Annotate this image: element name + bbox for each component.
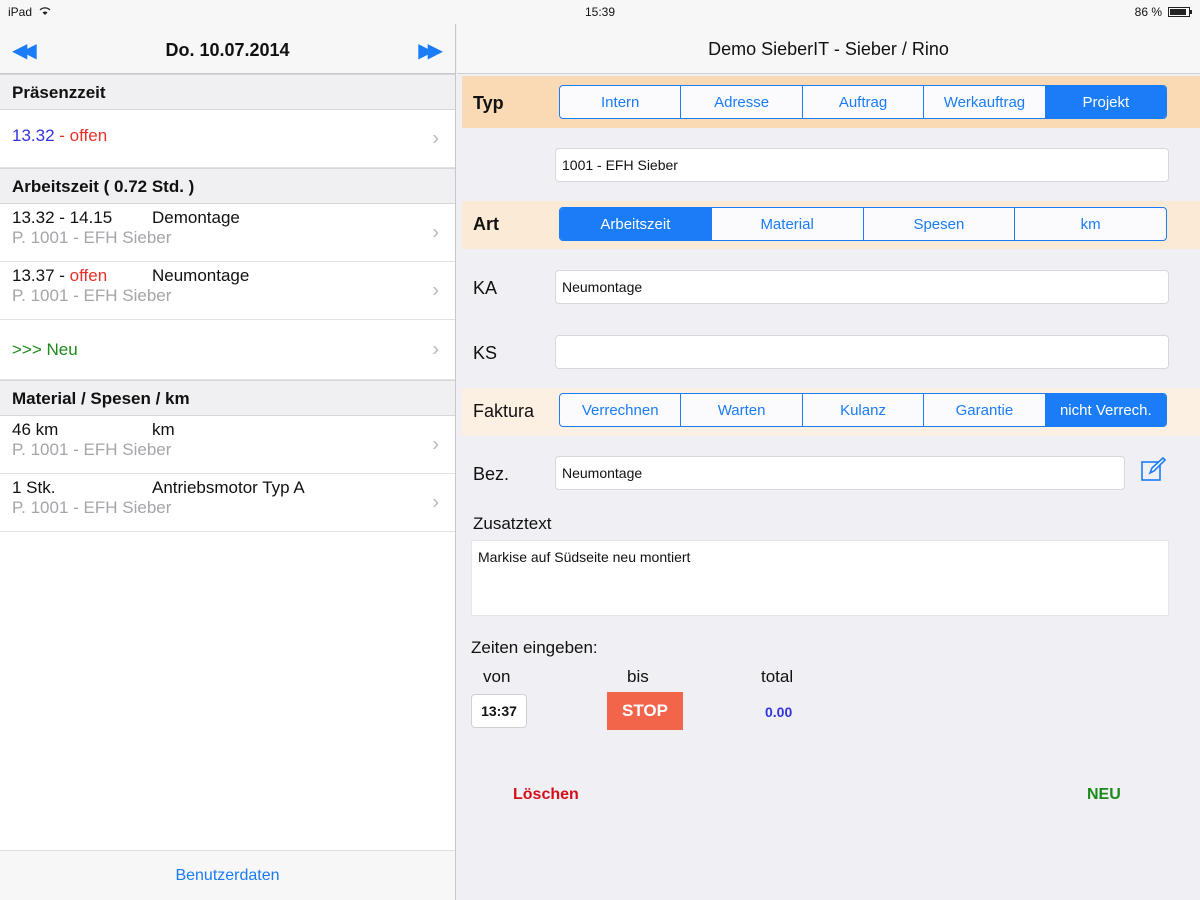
ks-field[interactable] — [555, 335, 1169, 369]
material-project: P. 1001 - EFH Sieber — [12, 498, 172, 517]
next-day-icon[interactable]: ▶▶ — [418, 38, 443, 63]
faktura-option-nicht-verrech[interactable]: nicht Verrech. — [1044, 394, 1166, 426]
total-value: 0.00 — [765, 704, 793, 720]
new-entry-button[interactable]: NEU — [1087, 786, 1121, 804]
day-overview-pane: ◀◀ Do. 10.07.2014 ▶▶ Präsenzzeit 13.32 -… — [0, 24, 456, 900]
chevron-right-icon: › — [432, 127, 439, 149]
battery-icon — [1168, 7, 1192, 17]
project-field[interactable]: 1001 - EFH Sieber — [555, 148, 1169, 182]
material-qty: 1 Stk. — [12, 478, 56, 497]
delete-button[interactable]: Löschen — [513, 786, 579, 804]
art-option-km[interactable]: km — [1014, 208, 1166, 240]
material-row[interactable]: 46 km km P. 1001 - EFH Sieber › — [0, 416, 455, 474]
faktura-segmented-control: Verrechnen Warten Kulanz Garantie nicht … — [559, 393, 1167, 427]
art-option-material[interactable]: Material — [710, 208, 863, 240]
material-project: P. 1001 - EFH Sieber — [12, 440, 172, 459]
worktime-desc: Neumontage — [152, 266, 250, 285]
chevron-right-icon: › — [432, 433, 439, 455]
section-header-material: Material / Spesen / km — [0, 380, 455, 416]
presence-separator: - — [54, 126, 70, 145]
faktura-option-verrechnen[interactable]: Verrechnen — [560, 394, 680, 426]
presence-time: 13.32 — [12, 126, 55, 145]
new-worktime-label: >>> Neu — [12, 340, 78, 359]
edit-icon[interactable] — [1139, 456, 1167, 484]
battery-percent: 86 % — [1134, 5, 1162, 19]
material-desc: km — [152, 420, 175, 439]
worktime-row[interactable]: 13.37 - offen Neumontage P. 1001 - EFH Si… — [0, 262, 455, 320]
date-navbar: ◀◀ Do. 10.07.2014 ▶▶ — [0, 24, 455, 74]
zusatztext-area[interactable]: Markise auf Südseite neu montiert — [471, 540, 1169, 616]
total-label: total — [761, 667, 794, 686]
worktime-project: P. 1001 - EFH Sieber — [12, 228, 172, 247]
von-label: von — [483, 667, 511, 686]
chevron-right-icon: › — [432, 338, 439, 360]
von-time-picker[interactable]: 13:37 — [471, 694, 527, 728]
battery-status: 86 % — [1134, 5, 1192, 19]
worktime-time: 13.32 - 14.15 — [12, 208, 113, 227]
art-label: Art — [473, 214, 499, 234]
worktime-time: 13.37 - — [12, 266, 70, 285]
art-option-arbeitszeit[interactable]: Arbeitszeit — [560, 208, 711, 240]
times-label: Zeiten eingeben: — [471, 638, 598, 657]
new-worktime-row[interactable]: >>> Neu › — [0, 320, 455, 380]
chevron-right-icon: › — [432, 491, 439, 513]
ka-label: KA — [473, 278, 498, 298]
detail-title: Demo SieberIT - Sieber / Rino — [457, 24, 1200, 74]
worktime-row[interactable]: 13.32 - 14.15 Demontage P. 1001 - EFH Sie… — [0, 204, 455, 262]
entry-detail-pane: Demo SieberIT - Sieber / Rino Typ Intern… — [457, 24, 1200, 900]
typ-option-projekt[interactable]: Projekt — [1044, 86, 1166, 118]
typ-option-werkauftrag[interactable]: Werkauftrag — [923, 86, 1044, 118]
worktime-status: offen — [69, 266, 108, 285]
typ-label: Typ — [473, 93, 504, 113]
bez-label: Bez. — [473, 464, 510, 484]
faktura-option-garantie[interactable]: Garantie — [923, 394, 1044, 426]
art-segmented-control: Arbeitszeit Material Spesen km — [559, 207, 1167, 241]
material-desc: Antriebsmotor Typ A — [152, 478, 305, 497]
faktura-label: Faktura — [473, 401, 535, 421]
bez-field[interactable]: Neumontage — [555, 456, 1125, 490]
worktime-desc: Demontage — [152, 208, 240, 227]
worktime-project: P. 1001 - EFH Sieber — [12, 286, 172, 305]
current-date: Do. 10.07.2014 — [165, 40, 290, 60]
zusatztext-label: Zusatztext — [473, 514, 552, 533]
section-header-presence: Präsenzzeit — [0, 74, 455, 110]
material-qty: 46 km — [12, 420, 59, 439]
bis-label: bis — [627, 667, 649, 686]
stop-button[interactable]: STOP — [607, 692, 683, 730]
typ-option-adresse[interactable]: Adresse — [680, 86, 801, 118]
user-data-button[interactable]: Benutzerdaten — [0, 850, 455, 900]
presence-status: offen — [69, 126, 108, 145]
faktura-option-kulanz[interactable]: Kulanz — [801, 394, 923, 426]
ka-field[interactable]: Neumontage — [555, 270, 1169, 304]
section-header-worktime: Arbeitszeit ( 0.72 Std. ) — [0, 168, 455, 204]
status-bar: iPad 15:39 86 % — [0, 0, 1200, 24]
chevron-right-icon: › — [432, 221, 439, 243]
clock: 15:39 — [584, 5, 616, 19]
art-option-spesen[interactable]: Spesen — [862, 208, 1015, 240]
typ-segmented-control: Intern Adresse Auftrag Werkauftrag Proje… — [559, 85, 1167, 119]
ks-label: KS — [473, 343, 498, 363]
presence-row[interactable]: 13.32 - offen › — [0, 110, 455, 168]
chevron-right-icon: › — [432, 279, 439, 301]
faktura-option-warten[interactable]: Warten — [680, 394, 801, 426]
typ-option-auftrag[interactable]: Auftrag — [801, 86, 923, 118]
typ-option-intern[interactable]: Intern — [560, 86, 680, 118]
material-row[interactable]: 1 Stk. Antriebsmotor Typ A P. 1001 - EFH … — [0, 474, 455, 532]
